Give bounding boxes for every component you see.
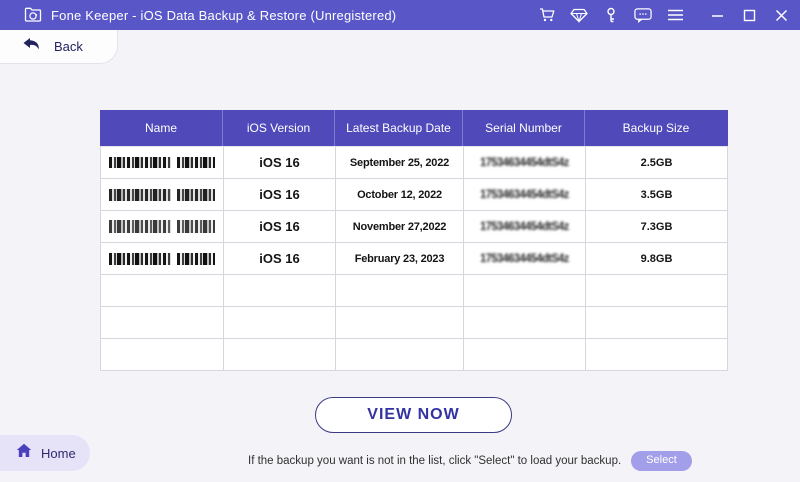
select-backup-button[interactable]: Select [631,450,692,472]
backup-date-value: September 25, 2022 [349,156,450,169]
maximize-icon[interactable] [740,6,758,24]
table-row[interactable]: iOS 16 September 25, 2022 17534634454dtS… [101,147,728,179]
backup-date-value: October 12, 2022 [357,188,442,201]
app-folder-sync-icon [24,7,42,23]
device-name-redacted [101,211,224,242]
column-header-name: Name [100,110,223,146]
feedback-bubble-icon[interactable] [634,6,652,24]
backup-size-value: 3.5GB [640,188,673,201]
back-button[interactable]: Back [0,30,118,64]
store-cart-icon[interactable] [538,6,556,24]
backup-date-value: November 27,2022 [352,220,447,233]
back-arrow-icon [22,37,40,56]
device-name-redacted [101,243,224,274]
backup-size-value: 7.3GB [640,220,673,233]
backup-table: Name iOS Version Latest Backup Date Seri… [100,110,728,371]
backup-size-value: 9.8GB [640,252,673,265]
column-header-backup-date: Latest Backup Date [335,110,463,146]
serial-number-blurred: 17534634454dtS4z [480,252,569,265]
empty-table-row [101,339,728,371]
home-label: Home [41,445,76,461]
register-key-icon[interactable] [602,6,620,24]
menu-icon[interactable] [666,6,684,24]
home-button[interactable]: Home [0,435,90,471]
column-header-backup-size: Backup Size [622,121,690,135]
backup-size-value: 2.5GB [640,156,673,169]
device-name-redacted [101,179,224,210]
back-label: Back [54,39,83,54]
empty-table-row [101,275,728,307]
serial-number-blurred: 17534634454dtS4z [480,156,569,169]
serial-number-blurred: 17534634454dtS4z [480,188,569,201]
serial-number-blurred: 17534634454dtS4z [480,220,569,233]
window-title: Fone Keeper - iOS Data Backup & Restore … [51,7,397,23]
ios-version-value: iOS 16 [259,155,300,170]
home-icon [16,443,32,463]
close-icon[interactable] [772,6,790,24]
table-row[interactable]: iOS 16 November 27,2022 17534634454dtS4z… [101,211,728,243]
backup-date-value: February 23, 2023 [354,252,445,265]
ios-version-value: iOS 16 [259,187,300,202]
device-name-redacted [101,147,224,178]
view-now-button[interactable]: VIEW NOW [315,397,512,433]
premium-gem-icon[interactable] [570,6,588,24]
column-header-serial-number: Serial Number [463,110,585,146]
empty-table-row [101,307,728,339]
table-header-row: Name iOS Version Latest Backup Date Seri… [100,110,728,146]
column-header-ios-version: iOS Version [223,110,335,146]
backup-hint-text: If the backup you want is not in the lis… [248,455,622,467]
ios-version-value: iOS 16 [259,219,300,234]
table-row[interactable]: iOS 16 February 23, 2023 17534634454dtS4… [101,243,728,275]
minimize-icon[interactable] [708,6,726,24]
backup-hint-row: If the backup you want is not in the lis… [248,450,692,472]
title-bar: Fone Keeper - iOS Data Backup & Restore … [0,0,800,30]
ios-version-value: iOS 16 [259,251,300,266]
table-row[interactable]: iOS 16 October 12, 2022 17534634454dtS4z… [101,179,728,211]
